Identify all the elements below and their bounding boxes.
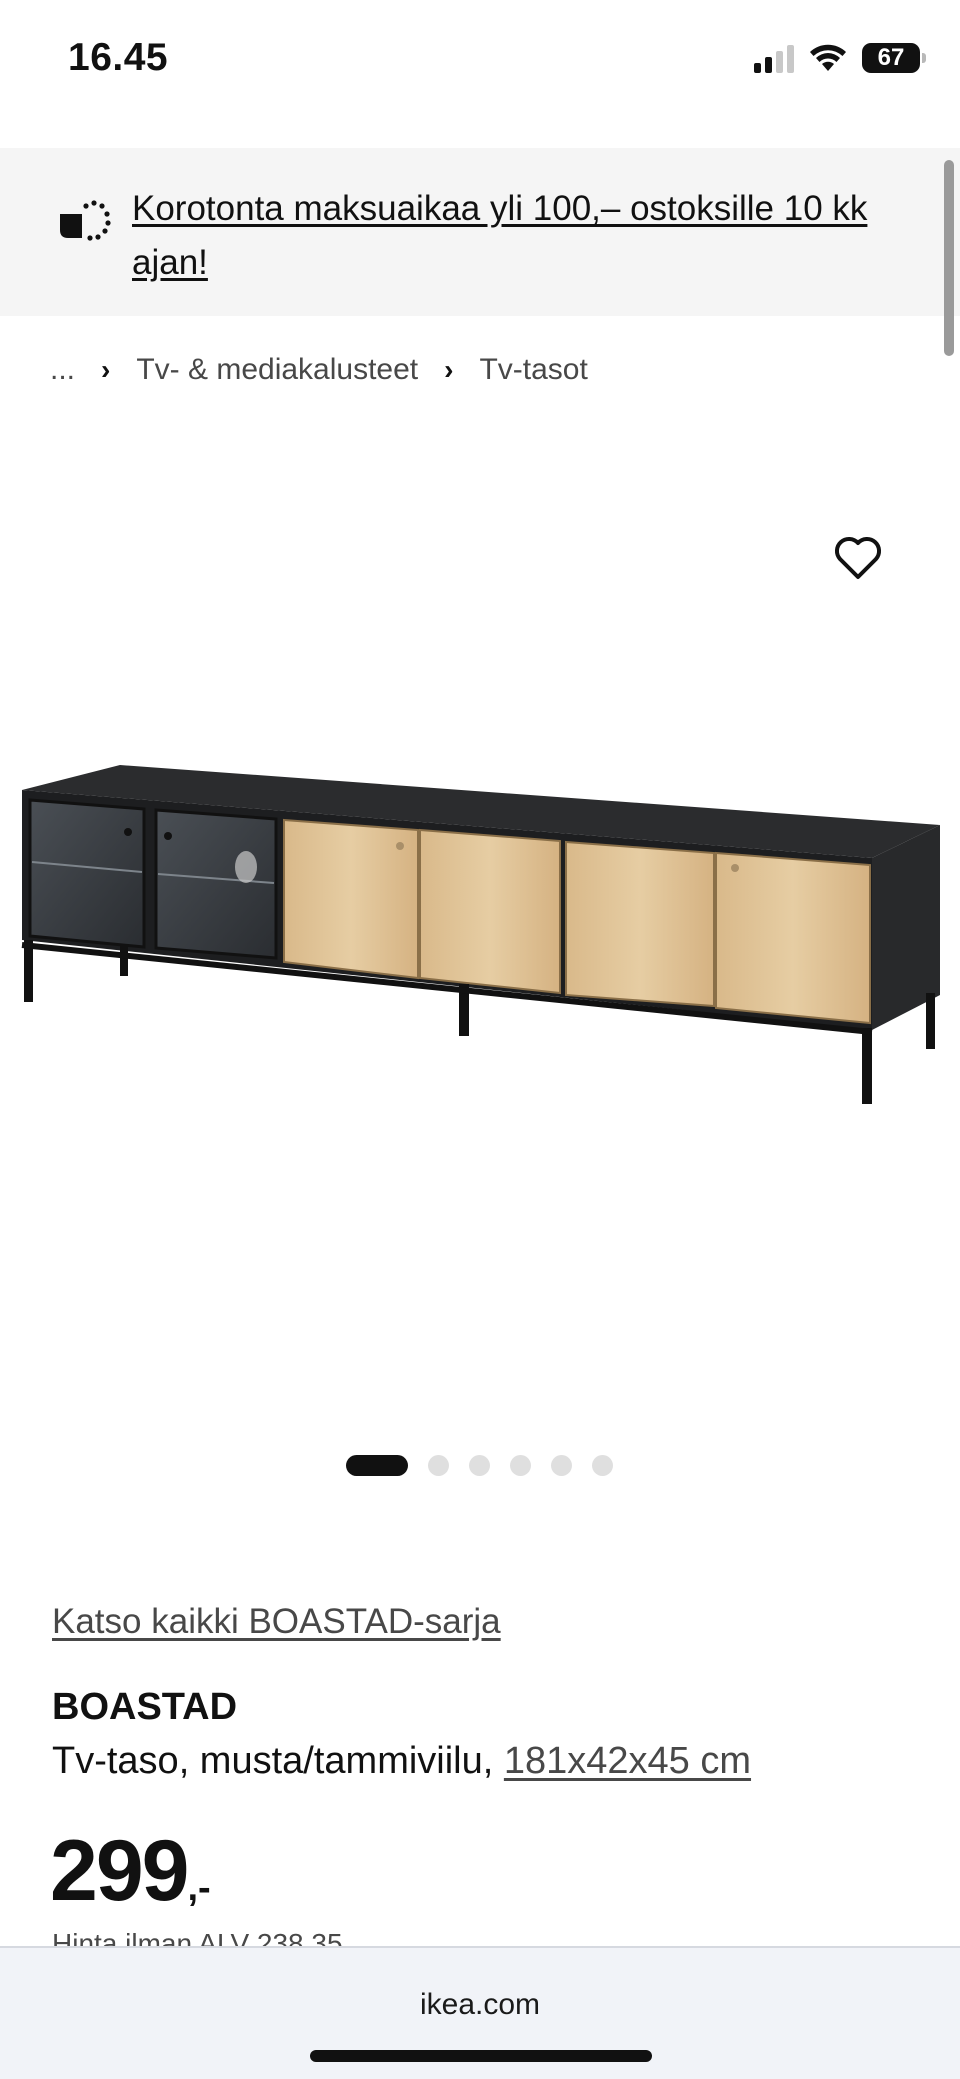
product-size-link[interactable]: 181x42x45 cm [504,1740,751,1782]
breadcrumb: ... › Tv- & mediakalusteet › Tv-tasot [50,350,588,390]
product-description-text: Tv-taso, musta/tammiviilu, [52,1740,504,1782]
carousel-dot-2[interactable] [428,1454,449,1476]
installment-payment-icon [60,200,111,241]
status-time: 16.45 [68,36,169,79]
carousel-dot-1[interactable] [346,1454,408,1476]
chevron-right-icon: › [444,354,454,385]
wifi-icon [810,44,846,71]
carousel-dot-4[interactable] [510,1454,531,1476]
price-suffix: ,- [187,1867,211,1909]
product-description: Tv-taso, musta/tammiviilu, 181x42x45 cm [52,1740,751,1783]
browser-bottom-bar: ikea.com [0,1946,960,2079]
cellular-signal-icon [754,43,794,73]
product-name: BOASTAD [52,1686,238,1728]
battery-icon: 67 [862,43,926,73]
chevron-right-icon: › [101,354,111,385]
carousel-dot-5[interactable] [551,1454,572,1476]
carousel-dot-3[interactable] [469,1454,490,1476]
breadcrumb-ellipsis[interactable]: ... [50,353,75,387]
series-link[interactable]: Katso kaikki BOASTAD-sarja [52,1602,501,1642]
battery-level: 67 [877,44,905,71]
product-image[interactable] [0,740,960,1120]
carousel-dots [346,1454,613,1476]
promo-banner: Korotonta maksuaikaa yli 100,– ostoksill… [0,148,960,316]
status-bar: 16.45 67 [0,0,960,120]
breadcrumb-tv-media[interactable]: Tv- & mediakalusteet [136,353,418,387]
status-icons: 67 [754,38,926,78]
page-scrollbar[interactable] [944,160,954,356]
promo-link[interactable]: Korotonta maksuaikaa yli 100,– ostoksill… [132,182,880,290]
heart-icon[interactable] [830,530,886,586]
product-price: 299 ,- [50,1822,211,1921]
breadcrumb-tv-stands[interactable]: Tv-tasot [479,353,587,387]
address-bar[interactable]: ikea.com [0,1988,960,2022]
price-integer: 299 [50,1823,189,1919]
carousel-dot-6[interactable] [592,1454,613,1476]
home-indicator[interactable] [310,2050,652,2062]
